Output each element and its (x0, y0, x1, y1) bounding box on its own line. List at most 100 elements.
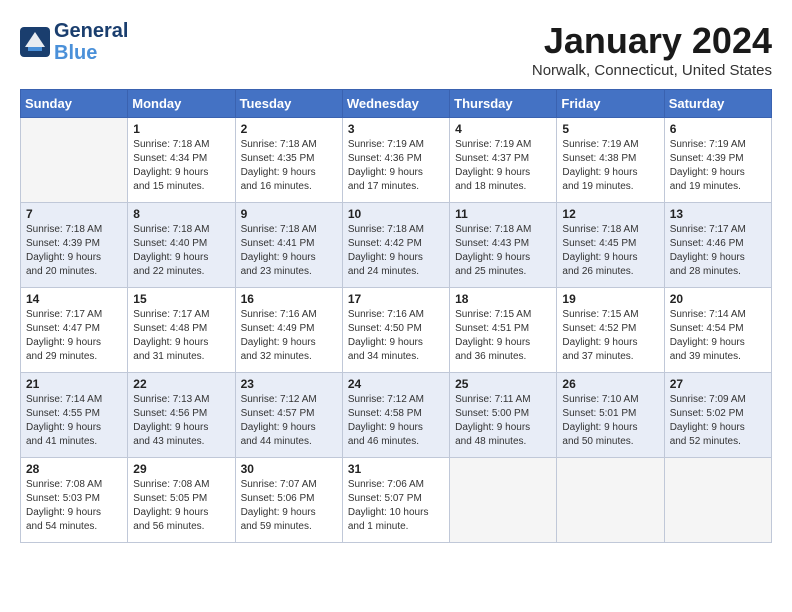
day-of-week-header: Tuesday (235, 90, 342, 118)
day-info: Sunrise: 7:18 AM Sunset: 4:35 PM Dayligh… (241, 138, 337, 194)
calendar-cell: 8Sunrise: 7:18 AM Sunset: 4:40 PM Daylig… (128, 203, 235, 288)
calendar-week-row: 28 Sunrise: 7:08 AM Sunset: 5:03 PM Dayli… (21, 458, 772, 543)
day-info: Sunrise: 7:19 AM Sunset: 4:36 PM Dayligh… (348, 138, 444, 194)
day-number: 14 (26, 292, 122, 306)
location: Norwalk, Connecticut, United States (532, 62, 772, 79)
calendar-header-row: SundayMondayTuesdayWednesdayThursdayFrid… (21, 90, 772, 118)
day-info: Sunrise: 7:18 AM Sunset: 4:43 PM Dayligh… (455, 223, 551, 279)
day-info: Sunrise: 7:16 AM Sunset: 4:49 PM Dayligh… (241, 308, 337, 364)
calendar-cell: 4Sunrise: 7:19 AM Sunset: 4:37 PM Daylig… (450, 118, 557, 203)
calendar-cell: 6 Sunrise: 7:19 AM Sunset: 4:39 PM Daylig… (664, 118, 771, 203)
day-number: 16 (241, 292, 337, 306)
month-title: January 2024 (532, 20, 772, 62)
calendar-table: SundayMondayTuesdayWednesdayThursdayFrid… (20, 89, 772, 543)
day-number: 18 (455, 292, 551, 306)
calendar-cell: 15 Sunrise: 7:17 AM Sunset: 4:48 PM Dayli… (128, 288, 235, 373)
day-number: 28 (26, 462, 122, 476)
day-info: Sunrise: 7:09 AM Sunset: 5:02 PM Dayligh… (670, 393, 766, 449)
calendar-week-row: 21 Sunrise: 7:14 AM Sunset: 4:55 PM Dayli… (21, 373, 772, 458)
calendar-cell: 31 Sunrise: 7:06 AM Sunset: 5:07 PM Dayli… (342, 458, 449, 543)
day-info: Sunrise: 7:15 AM Sunset: 4:52 PM Dayligh… (562, 308, 658, 364)
day-number: 30 (241, 462, 337, 476)
day-number: 21 (26, 377, 122, 391)
day-info: Sunrise: 7:18 AM Sunset: 4:41 PM Dayligh… (241, 223, 337, 279)
logo: General Blue (20, 20, 128, 64)
calendar-cell: 16 Sunrise: 7:16 AM Sunset: 4:49 PM Dayli… (235, 288, 342, 373)
day-info: Sunrise: 7:18 AM Sunset: 4:39 PM Dayligh… (26, 223, 122, 279)
calendar-cell: 9 Sunrise: 7:18 AM Sunset: 4:41 PM Daylig… (235, 203, 342, 288)
calendar-cell: 12 Sunrise: 7:18 AM Sunset: 4:45 PM Dayli… (557, 203, 664, 288)
day-of-week-header: Saturday (664, 90, 771, 118)
day-info: Sunrise: 7:07 AM Sunset: 5:06 PM Dayligh… (241, 478, 337, 534)
day-number: 8 (133, 207, 229, 221)
day-number: 10 (348, 207, 444, 221)
calendar-cell: 10 Sunrise: 7:18 AM Sunset: 4:42 PM Dayli… (342, 203, 449, 288)
day-number: 27 (670, 377, 766, 391)
logo-text: General Blue (54, 20, 128, 64)
calendar-cell: 3 Sunrise: 7:19 AM Sunset: 4:36 PM Daylig… (342, 118, 449, 203)
day-number: 11 (455, 207, 551, 221)
day-number: 22 (133, 377, 229, 391)
day-info: Sunrise: 7:18 AM Sunset: 4:45 PM Dayligh… (562, 223, 658, 279)
day-info: Sunrise: 7:17 AM Sunset: 4:48 PM Dayligh… (133, 308, 229, 364)
day-number: 12 (562, 207, 658, 221)
day-info: Sunrise: 7:19 AM Sunset: 4:38 PM Dayligh… (562, 138, 658, 194)
day-number: 1 (133, 122, 229, 136)
day-of-week-header: Wednesday (342, 90, 449, 118)
day-info: Sunrise: 7:18 AM Sunset: 4:42 PM Dayligh… (348, 223, 444, 279)
calendar-cell: 17 Sunrise: 7:16 AM Sunset: 4:50 PM Dayli… (342, 288, 449, 373)
day-info: Sunrise: 7:14 AM Sunset: 4:55 PM Dayligh… (26, 393, 122, 449)
calendar-cell: 30 Sunrise: 7:07 AM Sunset: 5:06 PM Dayli… (235, 458, 342, 543)
day-number: 15 (133, 292, 229, 306)
calendar-cell: 24 Sunrise: 7:12 AM Sunset: 4:58 PM Dayli… (342, 373, 449, 458)
calendar-cell (557, 458, 664, 543)
calendar-cell: 26Sunrise: 7:10 AM Sunset: 5:01 PM Dayli… (557, 373, 664, 458)
calendar-cell: 19Sunrise: 7:15 AM Sunset: 4:52 PM Dayli… (557, 288, 664, 373)
day-info: Sunrise: 7:18 AM Sunset: 4:34 PM Dayligh… (133, 138, 229, 194)
day-info: Sunrise: 7:10 AM Sunset: 5:01 PM Dayligh… (562, 393, 658, 449)
day-info: Sunrise: 7:16 AM Sunset: 4:50 PM Dayligh… (348, 308, 444, 364)
logo-icon (20, 27, 50, 57)
calendar-cell (450, 458, 557, 543)
day-info: Sunrise: 7:12 AM Sunset: 4:57 PM Dayligh… (241, 393, 337, 449)
title-section: January 2024 Norwalk, Connecticut, Unite… (532, 20, 772, 79)
day-info: Sunrise: 7:11 AM Sunset: 5:00 PM Dayligh… (455, 393, 551, 449)
day-number: 5 (562, 122, 658, 136)
day-number: 25 (455, 377, 551, 391)
day-of-week-header: Friday (557, 90, 664, 118)
day-info: Sunrise: 7:12 AM Sunset: 4:58 PM Dayligh… (348, 393, 444, 449)
day-number: 6 (670, 122, 766, 136)
day-info: Sunrise: 7:17 AM Sunset: 4:47 PM Dayligh… (26, 308, 122, 364)
day-number: 3 (348, 122, 444, 136)
page-header: General Blue January 2024 Norwalk, Conne… (20, 20, 772, 79)
calendar-cell: 21 Sunrise: 7:14 AM Sunset: 4:55 PM Dayli… (21, 373, 128, 458)
calendar-week-row: 14 Sunrise: 7:17 AM Sunset: 4:47 PM Dayli… (21, 288, 772, 373)
day-number: 7 (26, 207, 122, 221)
day-of-week-header: Monday (128, 90, 235, 118)
calendar-cell: 28 Sunrise: 7:08 AM Sunset: 5:03 PM Dayli… (21, 458, 128, 543)
calendar-cell: 14 Sunrise: 7:17 AM Sunset: 4:47 PM Dayli… (21, 288, 128, 373)
day-info: Sunrise: 7:08 AM Sunset: 5:05 PM Dayligh… (133, 478, 229, 534)
calendar-cell: 25 Sunrise: 7:11 AM Sunset: 5:00 PM Dayli… (450, 373, 557, 458)
calendar-cell: 7 Sunrise: 7:18 AM Sunset: 4:39 PM Daylig… (21, 203, 128, 288)
day-number: 2 (241, 122, 337, 136)
day-number: 31 (348, 462, 444, 476)
day-info: Sunrise: 7:13 AM Sunset: 4:56 PM Dayligh… (133, 393, 229, 449)
day-info: Sunrise: 7:06 AM Sunset: 5:07 PM Dayligh… (348, 478, 444, 534)
day-number: 9 (241, 207, 337, 221)
day-of-week-header: Sunday (21, 90, 128, 118)
calendar-cell: 27 Sunrise: 7:09 AM Sunset: 5:02 PM Dayli… (664, 373, 771, 458)
calendar-cell: 11 Sunrise: 7:18 AM Sunset: 4:43 PM Dayli… (450, 203, 557, 288)
calendar-cell (664, 458, 771, 543)
day-number: 24 (348, 377, 444, 391)
day-number: 17 (348, 292, 444, 306)
day-number: 4 (455, 122, 551, 136)
calendar-cell: 20Sunrise: 7:14 AM Sunset: 4:54 PM Dayli… (664, 288, 771, 373)
calendar-cell: 22 Sunrise: 7:13 AM Sunset: 4:56 PM Dayli… (128, 373, 235, 458)
calendar-cell (21, 118, 128, 203)
day-info: Sunrise: 7:19 AM Sunset: 4:39 PM Dayligh… (670, 138, 766, 194)
day-info: Sunrise: 7:08 AM Sunset: 5:03 PM Dayligh… (26, 478, 122, 534)
day-of-week-header: Thursday (450, 90, 557, 118)
day-number: 20 (670, 292, 766, 306)
day-number: 13 (670, 207, 766, 221)
